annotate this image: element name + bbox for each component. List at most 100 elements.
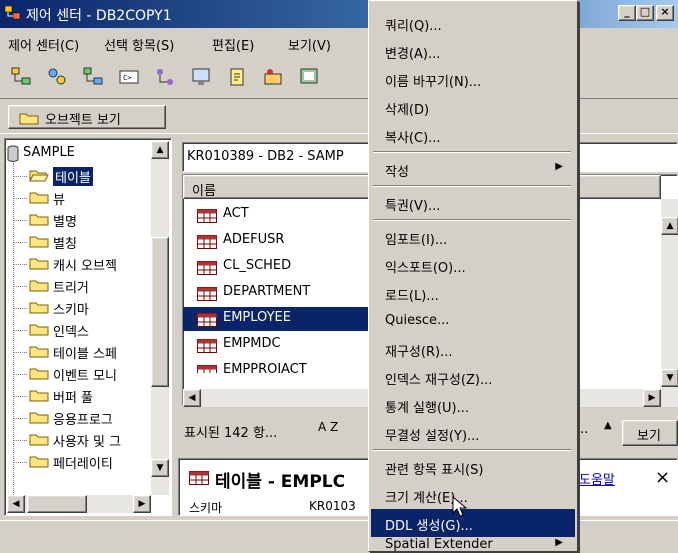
- window-title: 제어 센터 - DB2COPY1: [26, 8, 172, 24]
- menu-item-run-statistics[interactable]: 통계 실행(U)...: [371, 391, 575, 419]
- menu-item-copy[interactable]: 복사(C)...: [371, 121, 575, 149]
- menu-item-label: 로드(L)...: [385, 289, 439, 304]
- table-row[interactable]: DEPARTMENT: [183, 281, 369, 305]
- folder-icon: [29, 324, 49, 336]
- scroll-thumb[interactable]: [151, 237, 169, 387]
- menu-item-reorganize[interactable]: 재구성(R)...: [371, 335, 575, 363]
- tree-item-views[interactable]: 뷰: [5, 187, 151, 209]
- object-view-label: 오브젝트 보기: [45, 113, 121, 128]
- tree-item-schemas[interactable]: 스키마: [5, 297, 151, 319]
- tree-item-label: 인덱스: [53, 325, 89, 340]
- minimize-button[interactable]: _: [618, 5, 636, 21]
- list-vertical-scrollbar[interactable]: ▲ ▼: [661, 199, 678, 407]
- menu-item-drop[interactable]: 삭제(D): [371, 93, 575, 121]
- replication-center-icon[interactable]: [46, 66, 68, 88]
- control-center-app-icon: [5, 6, 21, 20]
- scroll-left-icon[interactable]: ◀: [7, 495, 25, 513]
- tree-item-label: 이벤트 모니: [53, 369, 117, 384]
- tree-item-cache-objects[interactable]: 캐시 오브젝: [5, 253, 151, 275]
- breadcrumb-text: KR010389 - DB2 - SAMP: [187, 149, 344, 164]
- tree-item-federated[interactable]: 페더레이티: [5, 451, 151, 473]
- table-row[interactable]: ADEFUSR: [183, 229, 369, 253]
- menu-item-query[interactable]: 쿼리(Q)...: [371, 9, 575, 37]
- scroll-left-icon[interactable]: ◀: [183, 389, 201, 407]
- tree-item-sample[interactable]: SAMPLE: [5, 143, 145, 165]
- scroll-up-icon[interactable]: ▲: [661, 217, 678, 235]
- menu-item-quiesce[interactable]: Quiesce...: [371, 307, 575, 335]
- tree-item-event-monitors[interactable]: 이벤트 모니: [5, 363, 151, 385]
- tree-item-indexes[interactable]: 인덱스: [5, 319, 151, 341]
- table-row[interactable]: CL_SCHED: [183, 255, 369, 279]
- tree-item-users-groups[interactable]: 사용자 및 그: [5, 429, 151, 451]
- menu-item-label: 인덱스 재구성(Z)...: [385, 373, 493, 388]
- database-icon: [7, 145, 19, 162]
- scroll-down-icon[interactable]: ▼: [661, 369, 678, 387]
- menu-separator: [373, 219, 571, 221]
- tree-horizontal-scrollbar[interactable]: ◀ ▶: [7, 495, 151, 513]
- table-row[interactable]: ACT: [183, 203, 369, 227]
- system-tree-icon[interactable]: [10, 66, 32, 88]
- tree-branch-line: [13, 374, 27, 375]
- folder-icon: [29, 346, 49, 358]
- table-row-selected[interactable]: EMPLOYEE: [183, 307, 369, 331]
- menu-selected[interactable]: 선택 항목(S): [104, 35, 174, 54]
- menu-item-load[interactable]: 로드(L)...: [371, 279, 575, 307]
- view-button-label: 보기: [637, 429, 661, 444]
- scroll-down-icon[interactable]: ▼: [151, 459, 169, 477]
- menu-control-center[interactable]: 제어 센터(C): [8, 35, 79, 54]
- table-icon: [197, 339, 217, 353]
- tree-item-nicknames[interactable]: 별칭: [5, 231, 151, 253]
- view-button[interactable]: 보기: [622, 420, 678, 446]
- tree-branch-line: [13, 286, 27, 287]
- menu-view[interactable]: 보기(V): [288, 35, 331, 54]
- journal-icon[interactable]: [226, 66, 248, 88]
- tree-item-aliases[interactable]: 별명: [5, 209, 151, 231]
- menu-item-import[interactable]: 임포트(I)...: [371, 223, 575, 251]
- dev-center-icon[interactable]: [298, 66, 320, 88]
- scroll-thumb[interactable]: [27, 495, 87, 513]
- menu-item-privileges[interactable]: 특권(V)...: [371, 189, 575, 217]
- menu-item-spatial-extender[interactable]: Spatial Extender ▶: [371, 537, 575, 553]
- menu-item-rename[interactable]: 이름 바꾸기(N)...: [371, 65, 575, 93]
- menu-item-generate-ddl[interactable]: DDL 생성(G)...: [371, 509, 575, 537]
- tree-item-tables[interactable]: 테이블: [5, 165, 151, 187]
- scroll-up-icon[interactable]: ▲: [151, 141, 169, 159]
- collapse-up-icon[interactable]: ▲: [604, 420, 612, 431]
- command-window-icon[interactable]: C>: [118, 66, 140, 88]
- tree-branch-line: [13, 198, 27, 199]
- monitor-icon[interactable]: [190, 66, 212, 88]
- menu-item-alter[interactable]: 변경(A)...: [371, 37, 575, 65]
- scroll-right-icon[interactable]: ▶: [133, 495, 151, 513]
- folder-icon: [29, 258, 49, 270]
- menu-item-show-related[interactable]: 관련 항목 표시(S): [371, 453, 575, 481]
- tree-item-label: 테이블: [53, 167, 93, 186]
- tree-vertical-scrollbar[interactable]: ▲ ▼: [151, 141, 169, 495]
- menu-edit[interactable]: 편집(E): [212, 35, 254, 54]
- tree-branch-line: [13, 462, 27, 463]
- table-row[interactable]: EMPMDC: [183, 333, 369, 357]
- close-details-button[interactable]: ×: [655, 467, 670, 488]
- menu-item-estimate-size[interactable]: 크기 계산(E)...: [371, 481, 575, 509]
- tree-branch-line: [13, 352, 27, 353]
- close-window-button[interactable]: ×: [656, 5, 674, 21]
- object-view-button[interactable]: 오브젝트 보기: [8, 105, 166, 129]
- satellite-admin-icon[interactable]: [82, 66, 104, 88]
- tree-item-tablespaces[interactable]: 테이블 스페: [5, 341, 151, 363]
- tree-item-label: SAMPLE: [23, 145, 75, 160]
- tree-item-triggers[interactable]: 트리거: [5, 275, 151, 297]
- scroll-right-icon[interactable]: ▶: [643, 389, 661, 407]
- maximize-button[interactable]: □: [636, 5, 654, 21]
- sort-icon[interactable]: A Z: [318, 420, 338, 434]
- tree-item-label: 버퍼 풀: [53, 391, 94, 406]
- license-center-icon[interactable]: [262, 66, 284, 88]
- folder-icon: [29, 390, 49, 402]
- table-row[interactable]: EMPPROJACT: [183, 359, 369, 373]
- tree-item-buffer-pools[interactable]: 버퍼 풀: [5, 385, 151, 407]
- help-link[interactable]: 도움말: [579, 469, 615, 488]
- task-center-icon[interactable]: [154, 66, 176, 88]
- menu-item-set-integrity[interactable]: 무결성 설정(Y)...: [371, 419, 575, 447]
- menu-item-create[interactable]: 작성 ▶: [371, 155, 575, 183]
- menu-item-reorg-indexes[interactable]: 인덱스 재구성(Z)...: [371, 363, 575, 391]
- menu-item-export[interactable]: 익스포트(O)...: [371, 251, 575, 279]
- tree-item-applications[interactable]: 응용프로그: [5, 407, 151, 429]
